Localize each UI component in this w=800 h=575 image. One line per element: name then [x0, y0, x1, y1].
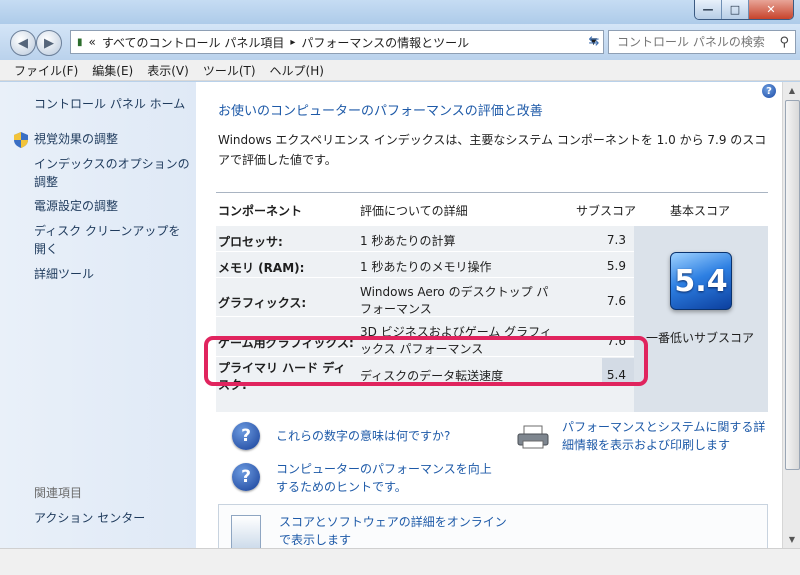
link-score-meaning[interactable]: これらの数字の意味は何ですか?: [276, 427, 450, 445]
row-separator: [216, 277, 634, 278]
score-table: コンポーネント 評価についての詳細 サブスコア 基本スコア プロセッサ: 1 秒…: [204, 192, 768, 412]
sidebar: コントロール パネル ホーム 視覚効果の調整 インデックスのオプションの調整 電…: [0, 82, 196, 548]
base-score-caption: 一番低いサブスコア: [646, 331, 755, 345]
row-detail-processor: 1 秒あたりの計算: [360, 234, 456, 248]
status-bar: [0, 548, 800, 575]
minimize-button[interactable]: —: [695, 0, 721, 19]
sidebar-disk-cleanup-link[interactable]: ディスク クリーンアップを開く: [34, 222, 190, 258]
forward-button[interactable]: ▶: [36, 30, 62, 56]
menu-edit[interactable]: 編集(E): [92, 62, 133, 79]
page-title: お使いのコンピューターのパフォーマンスの評価と改善: [218, 104, 543, 119]
scroll-up-icon[interactable]: ▲: [783, 82, 800, 99]
breadcrumb-all-items[interactable]: すべてのコントロール パネル項目: [102, 34, 285, 51]
row-component-processor: プロセッサ:: [218, 235, 283, 249]
navigation-bar: ◀ ▶ ▮ « すべてのコントロール パネル項目 ▸ パフォーマンスの情報とツー…: [0, 24, 800, 60]
menu-help[interactable]: ヘルプ(H): [270, 62, 324, 79]
refresh-button[interactable]: ⇆: [584, 30, 604, 52]
link-print-details[interactable]: パフォーマンスとシステムに関する詳細情報を表示および印刷します: [562, 418, 772, 454]
sidebar-visual-effects-link[interactable]: 視覚効果の調整: [34, 130, 190, 148]
breadcrumb-separator-icon[interactable]: ▸: [290, 37, 295, 48]
refresh-icon: ⇆: [588, 33, 600, 49]
help-question-icon: ?: [232, 422, 260, 450]
online-details-panel: スコアとソフトウェアの詳細をオンラインで表示します: [218, 504, 768, 548]
table-divider: [216, 192, 768, 193]
sidebar-action-center-link[interactable]: アクション センター: [34, 509, 190, 527]
back-button[interactable]: ◀: [10, 30, 36, 56]
header-subscore: サブスコア: [576, 204, 637, 218]
title-bar: — □ ✕: [0, 0, 800, 24]
scroll-thumb[interactable]: [785, 100, 800, 470]
menu-view[interactable]: 表示(V): [147, 62, 189, 79]
breadcrumb-overflow[interactable]: «: [89, 35, 96, 49]
intro-text: Windows エクスペリエンス インデックスは、主要なシステム コンポーネント…: [218, 133, 767, 167]
row-score-graphics: 7.6: [606, 294, 626, 308]
uac-shield-icon: [14, 132, 28, 148]
close-button[interactable]: ✕: [748, 0, 793, 19]
menu-tools[interactable]: ツール(T): [203, 62, 256, 79]
row-component-memory: メモリ (RAM):: [218, 261, 305, 275]
link-performance-tips[interactable]: コンピューターのパフォーマンスを向上するためのヒントです。: [276, 460, 496, 496]
vertical-scrollbar[interactable]: ▲ ▼: [782, 82, 800, 548]
main-content: ? お使いのコンピューターのパフォーマンスの評価と改善 Windows エクスペ…: [196, 82, 782, 548]
sidebar-home-link[interactable]: コントロール パネル ホーム: [34, 95, 190, 113]
search-box[interactable]: ⚲: [608, 30, 796, 54]
scroll-down-icon[interactable]: ▼: [783, 531, 800, 548]
search-input[interactable]: [615, 34, 771, 50]
printer-icon: [517, 425, 549, 449]
control-panel-icon: ▮: [77, 36, 83, 48]
sidebar-indexing-options-link[interactable]: インデックスのオプションの調整: [34, 155, 190, 191]
maximize-button[interactable]: □: [721, 0, 748, 19]
related-heading: 関連項目: [34, 486, 83, 500]
forward-arrow-icon: ▶: [44, 35, 54, 51]
header-detail: 評価についての詳細: [360, 204, 468, 218]
base-score-badge: 5.4: [670, 252, 732, 310]
software-box-icon: [231, 515, 261, 548]
window-controls: — □ ✕: [694, 0, 794, 20]
link-online-details[interactable]: スコアとソフトウェアの詳細をオンラインで表示します: [279, 513, 509, 548]
header-basescore: 基本スコア: [670, 204, 731, 218]
menu-bar: ファイル(F) 編集(E) 表示(V) ツール(T) ヘルプ(H): [0, 60, 800, 81]
row-detail-memory: 1 秒あたりのメモリ操作: [360, 260, 492, 274]
breadcrumb-performance[interactable]: パフォーマンスの情報とツール: [301, 34, 469, 51]
address-bar[interactable]: ▮ « すべてのコントロール パネル項目 ▸ パフォーマンスの情報とツール ▼: [70, 30, 604, 54]
row-score-processor: 7.3: [606, 233, 626, 247]
menu-file[interactable]: ファイル(F): [14, 62, 78, 79]
sidebar-advanced-tools-link[interactable]: 詳細ツール: [34, 265, 190, 283]
highlight-annotation: [204, 336, 648, 386]
header-component: コンポーネント: [218, 204, 303, 218]
help-icon[interactable]: ?: [762, 84, 776, 98]
row-score-memory: 5.9: [606, 259, 626, 273]
row-separator: [216, 251, 634, 252]
back-arrow-icon: ◀: [18, 35, 28, 51]
sidebar-power-settings-link[interactable]: 電源設定の調整: [34, 197, 190, 215]
help-question-icon: ?: [232, 463, 260, 491]
search-icon[interactable]: ⚲: [779, 35, 789, 50]
row-component-graphics: グラフィックス:: [218, 296, 307, 310]
row-detail-graphics: Windows Aero のデスクトップ パフォーマンス: [360, 285, 549, 316]
